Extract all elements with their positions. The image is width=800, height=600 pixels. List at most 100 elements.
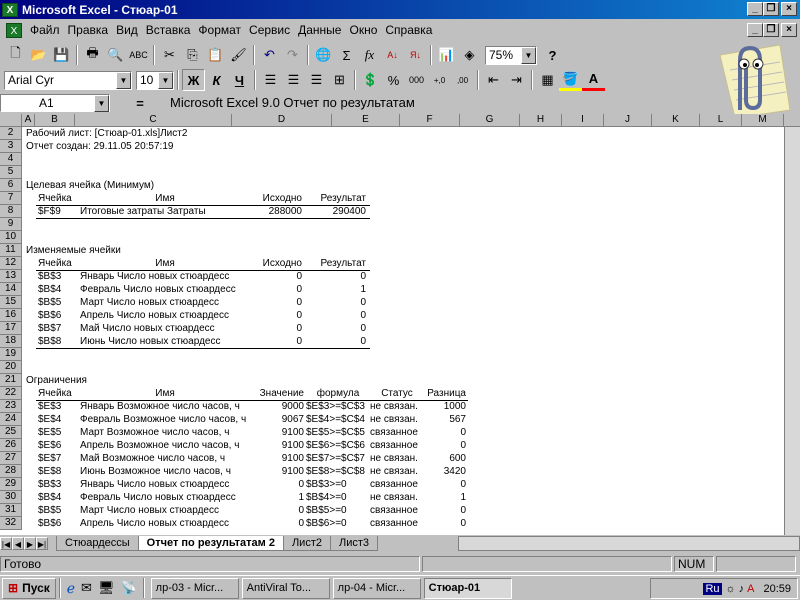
tab-sheet3[interactable]: Лист3 <box>329 536 379 551</box>
worksheet-grid[interactable]: ABCDEFGHIJKLMN 2345678910111213141516171… <box>0 114 800 535</box>
table-cell[interactable]: не связан. <box>370 413 424 426</box>
font-color-icon[interactable]: A <box>582 69 605 91</box>
doc-minimize-button[interactable]: _ <box>747 23 763 37</box>
table-header[interactable]: Статус <box>370 387 424 400</box>
row-header-3[interactable]: 3 <box>0 140 22 153</box>
row-header-2[interactable]: 2 <box>0 127 22 140</box>
bold-button[interactable]: Ж <box>182 69 205 91</box>
table-cell[interactable]: 1 <box>232 491 304 504</box>
table-cell[interactable]: 0 <box>232 335 302 348</box>
table-cell[interactable]: $B$4>=0 <box>306 491 370 504</box>
row-header-25[interactable]: 25 <box>0 426 22 439</box>
table-cell[interactable]: $B$5>=0 <box>306 504 370 517</box>
table-cell[interactable]: 0 <box>302 335 366 348</box>
language-indicator[interactable]: Ru <box>703 582 722 595</box>
table-cell[interactable]: 0 <box>424 439 466 452</box>
table-cell[interactable]: $E$5>=$C$5 <box>306 426 370 439</box>
decrease-indent-icon[interactable]: ⇤ <box>482 69 505 91</box>
table-cell[interactable]: 1 <box>302 283 366 296</box>
horizontal-scrollbar[interactable] <box>458 536 800 551</box>
menu-edit[interactable]: Правка <box>64 23 113 37</box>
save-icon[interactable]: 💾 <box>50 44 73 66</box>
table-cell[interactable]: 0 <box>302 309 366 322</box>
chevron-down-icon[interactable]: ▼ <box>94 95 109 112</box>
restore-button[interactable]: ❐ <box>763 2 779 16</box>
table-cell[interactable]: $B$5 <box>38 504 78 517</box>
table-cell[interactable]: $E$4 <box>38 413 78 426</box>
last-sheet-icon[interactable]: ▶| <box>36 537 48 550</box>
chevron-down-icon[interactable]: ▼ <box>158 71 173 89</box>
row-header-16[interactable]: 16 <box>0 309 22 322</box>
table-cell[interactable]: 288000 <box>232 205 302 218</box>
outlook-icon[interactable]: ✉ <box>81 580 92 596</box>
paste-icon[interactable]: 📋 <box>204 44 227 66</box>
table-header[interactable]: Имя <box>80 257 250 270</box>
sort-ascending-icon[interactable]: A↓ <box>381 44 404 66</box>
increase-indent-icon[interactable]: ⇥ <box>505 69 528 91</box>
menu-help[interactable]: Справка <box>381 23 436 37</box>
align-right-icon[interactable]: ☰ <box>305 69 328 91</box>
row-header-29[interactable]: 29 <box>0 478 22 491</box>
vertical-scrollbar[interactable] <box>784 127 800 535</box>
percent-icon[interactable]: % <box>382 69 405 91</box>
table-cell[interactable]: $E$8>=$C$8 <box>306 465 370 478</box>
table-cell[interactable]: $B$3 <box>38 270 78 283</box>
row-header-8[interactable]: 8 <box>0 205 22 218</box>
table-cell[interactable]: Январь Число новых стюардесс <box>80 478 250 491</box>
doc-restore-button[interactable]: ❐ <box>763 23 779 37</box>
table-cell[interactable]: Апрель Число новых стюардесс <box>80 517 250 530</box>
task-antiviral[interactable]: AntiViral To... <box>241 577 330 599</box>
row-header-13[interactable]: 13 <box>0 270 22 283</box>
new-icon[interactable]: 🗋 <box>4 44 27 66</box>
copy-icon[interactable]: ⎘ <box>181 44 204 66</box>
table-cell[interactable]: $E$6 <box>38 439 78 452</box>
table-cell[interactable]: 0 <box>232 296 302 309</box>
table-cell[interactable]: Январь Число новых стюардесс <box>80 270 250 283</box>
table-cell[interactable]: $B$6>=0 <box>306 517 370 530</box>
table-cell[interactable]: не связан. <box>370 491 424 504</box>
table-cell[interactable]: Май Число новых стюардесс <box>80 322 250 335</box>
row-header-23[interactable]: 23 <box>0 400 22 413</box>
table-header[interactable]: Исходно <box>232 192 302 205</box>
align-center-icon[interactable]: ☰ <box>282 69 305 91</box>
format-painter-icon[interactable]: 🖌 <box>227 44 250 66</box>
table-cell[interactable]: 0 <box>232 504 304 517</box>
table-cell[interactable]: Июнь Возможное число часов, ч <box>80 465 250 478</box>
table-cell[interactable]: $B$3>=0 <box>306 478 370 491</box>
sheet-info[interactable]: Рабочий лист: [Стюар-01.xls]Лист2 <box>26 127 187 140</box>
cut-icon[interactable]: ✂ <box>158 44 181 66</box>
row-header-11[interactable]: 11 <box>0 244 22 257</box>
table-cell[interactable]: $E$4>=$C$4 <box>306 413 370 426</box>
fill-color-icon[interactable]: 🪣 <box>559 69 582 91</box>
font-size-dropdown[interactable]: 10 ▼ <box>136 70 174 90</box>
table-cell[interactable]: $B$5 <box>38 296 78 309</box>
constraints-title[interactable]: Ограничения <box>26 374 87 387</box>
table-cell[interactable]: 0 <box>232 478 304 491</box>
table-cell[interactable]: 0 <box>232 283 302 296</box>
column-header-F[interactable]: F <box>400 114 460 127</box>
table-cell[interactable]: $E$8 <box>38 465 78 478</box>
table-cell[interactable]: $B$8 <box>38 335 78 348</box>
table-cell[interactable]: 0 <box>424 478 466 491</box>
table-cell[interactable]: связанное <box>370 426 424 439</box>
row-header-10[interactable]: 10 <box>0 231 22 244</box>
task-lr03[interactable]: лр-03 - Micr... <box>150 577 239 599</box>
currency-icon[interactable]: 💲 <box>359 69 382 91</box>
decrease-decimal-icon[interactable]: ,00 <box>451 69 474 91</box>
table-cell[interactable]: 0 <box>424 517 466 530</box>
table-cell[interactable]: 0 <box>424 426 466 439</box>
first-sheet-icon[interactable]: |◀ <box>0 537 12 550</box>
underline-button[interactable]: Ч <box>228 69 251 91</box>
next-sheet-icon[interactable]: ▶ <box>24 537 36 550</box>
row-header-21[interactable]: 21 <box>0 374 22 387</box>
doc-close-button[interactable]: × <box>781 23 797 37</box>
menu-file[interactable]: Файл <box>26 23 64 37</box>
tray-app-icon[interactable]: ☼ <box>726 583 736 595</box>
report-date[interactable]: Отчет создан: 29.11.05 20:57:19 <box>26 140 173 153</box>
column-header-L[interactable]: L <box>700 114 742 127</box>
row-header-18[interactable]: 18 <box>0 335 22 348</box>
sort-descending-icon[interactable]: Я↓ <box>404 44 427 66</box>
row-header-32[interactable]: 32 <box>0 517 22 530</box>
redo-icon[interactable]: ↷ <box>281 44 304 66</box>
menu-window[interactable]: Окно <box>345 23 381 37</box>
